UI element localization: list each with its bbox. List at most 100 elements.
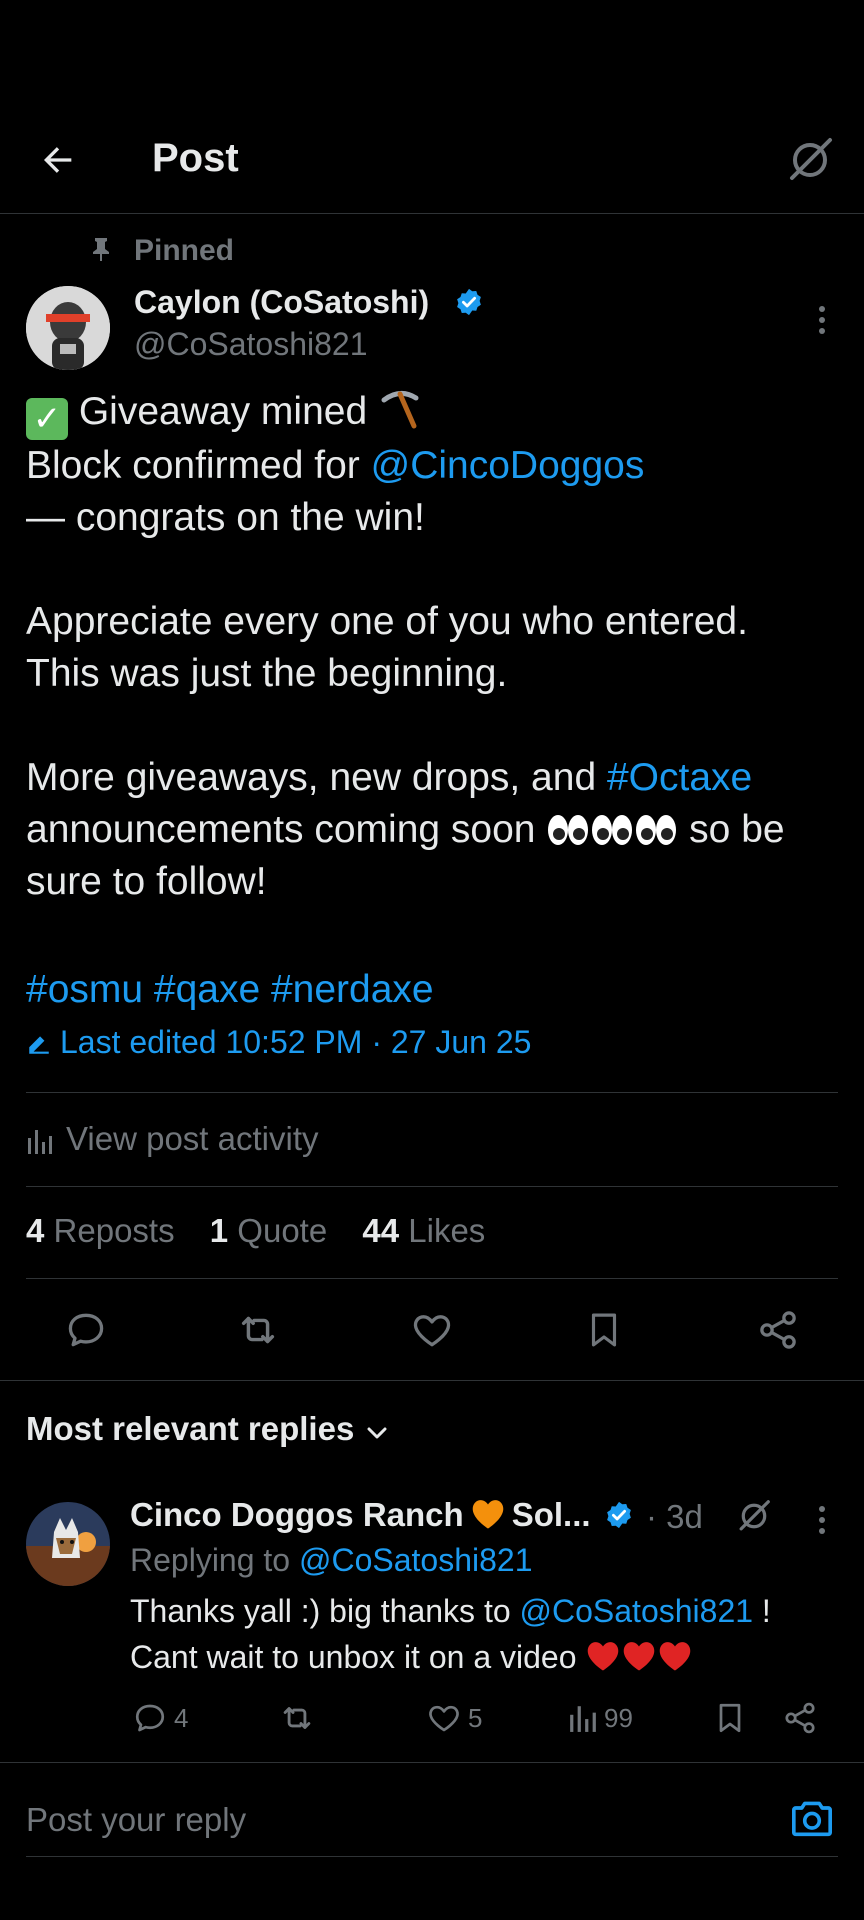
- verified-badge-icon: [457, 288, 481, 316]
- quotes-count: 1: [209, 1212, 229, 1249]
- repost-button[interactable]: [234, 1306, 282, 1354]
- reposts-label: Reposts: [53, 1212, 175, 1249]
- reply-action-bar: 4 5 99: [0, 1696, 864, 1744]
- reply-author-name-part1: Cinco Doggos Ranch: [130, 1496, 464, 1533]
- replying-to-label: Replying to: [130, 1542, 299, 1578]
- bookmark-button[interactable]: [580, 1306, 628, 1354]
- grok-icon: [790, 138, 832, 180]
- quotes-label: Quote: [237, 1212, 328, 1249]
- reposts-count: 4: [26, 1212, 45, 1249]
- reply-grok-button[interactable]: [734, 1496, 774, 1536]
- replies-sort-label: Most relevant replies: [26, 1410, 355, 1447]
- hashtag-link[interactable]: #Octaxe: [607, 756, 752, 799]
- post-line-10: sure to follow!: [26, 860, 267, 903]
- page-title: Post: [152, 136, 239, 180]
- like-button[interactable]: [408, 1306, 456, 1354]
- reply-line-2-text: Cant wait to unbox it on a video: [130, 1639, 577, 1675]
- eyes-emoji-icon: [592, 815, 633, 845]
- bookmark-icon: [719, 1703, 741, 1733]
- author-name[interactable]: Caylon (CoSatoshi): [134, 284, 429, 321]
- reply-input[interactable]: [26, 1794, 766, 1846]
- reply-like-button[interactable]: 5: [426, 1696, 482, 1740]
- post-line-2-text: Block confirmed for: [26, 444, 371, 487]
- replies-sort-toggle[interactable]: Most relevant replies: [26, 1410, 388, 1448]
- reply-author-name-part2: Sol...: [511, 1496, 591, 1533]
- divider: [26, 1092, 838, 1093]
- reply-more-button[interactable]: [802, 1500, 842, 1540]
- reply-reply-count: 4: [174, 1702, 189, 1733]
- share-button[interactable]: [754, 1306, 802, 1354]
- view-post-activity-label: View post activity: [66, 1120, 319, 1157]
- composer-divider: [0, 1762, 864, 1763]
- reply-line-1: Thanks yall :) big thanks to @CoSatoshi8…: [130, 1588, 850, 1634]
- post-line-9-suffix: so be: [678, 808, 785, 851]
- likes-label: Likes: [408, 1212, 486, 1249]
- reply-line-2: Cant wait to unbox it on a video: [130, 1634, 850, 1680]
- replying-to-handle[interactable]: @CoSatoshi821: [299, 1542, 533, 1578]
- red-heart-emoji-icon: [660, 1642, 691, 1671]
- bookmark-icon: [591, 1313, 617, 1347]
- post-blank-line: [26, 544, 846, 596]
- analytics-icon: [570, 1706, 596, 1732]
- post-line-3: — congrats on the win!: [26, 496, 425, 539]
- back-button[interactable]: [34, 136, 82, 184]
- divider: [26, 1278, 838, 1279]
- replying-to: Replying to @CoSatoshi821: [130, 1542, 533, 1579]
- pickaxe-icon: [381, 391, 419, 429]
- reply-bookmark-button[interactable]: [712, 1696, 748, 1740]
- back-arrow-icon: [44, 147, 72, 173]
- reply-timestamp[interactable]: · 3d: [646, 1498, 703, 1536]
- post-action-bar: [0, 1300, 864, 1360]
- post-text: ✓ Giveaway mined Block confirmed for @Ci…: [26, 386, 846, 1016]
- repost-icon: [241, 1316, 275, 1344]
- orange-heart-emoji-icon: [472, 1500, 503, 1529]
- chevron-down-icon: [367, 1427, 387, 1439]
- camera-icon: [791, 1801, 832, 1837]
- verified-badge-icon: [607, 1501, 631, 1529]
- pin-icon: [93, 238, 109, 261]
- post-line-9-text: announcements coming soon: [26, 808, 547, 851]
- reply-text: Thanks yall :) big thanks to @CoSatoshi8…: [130, 1588, 850, 1680]
- reply-icon: [135, 1704, 165, 1732]
- mention-link[interactable]: @CincoDoggos: [371, 444, 645, 487]
- view-post-activity-button[interactable]: View post activity: [26, 1120, 319, 1158]
- reposts-stat[interactable]: 4 Reposts: [26, 1212, 175, 1249]
- post-more-button[interactable]: [802, 300, 842, 340]
- post-blank-line: [26, 700, 846, 752]
- post-line-9: announcements coming soon so be: [26, 804, 846, 856]
- reply-line-1-text: Thanks yall :) big thanks to: [130, 1593, 520, 1629]
- grok-button[interactable]: [782, 132, 838, 188]
- check-mark-emoji-icon: ✓: [26, 398, 68, 440]
- likes-stat[interactable]: 44 Likes: [362, 1212, 485, 1249]
- post-line-1: ✓ Giveaway mined: [26, 386, 846, 440]
- reply-repost-button[interactable]: [278, 1696, 316, 1740]
- post-line-6: This was just the beginning.: [26, 652, 508, 695]
- reply-views-button[interactable]: 99: [568, 1696, 633, 1740]
- reply-author-name[interactable]: Cinco Doggos Ranch Sol...: [130, 1496, 591, 1534]
- mention-link[interactable]: @CoSatoshi821: [520, 1593, 754, 1629]
- post-detail-screen: Post Pinned Caylon (CoSatoshi) @CoSatosh…: [0, 0, 864, 1920]
- hashtags-line[interactable]: #osmu #qaxe #nerdaxe: [26, 964, 846, 1016]
- reply-share-button[interactable]: [782, 1696, 818, 1740]
- reply-reply-button[interactable]: 4: [132, 1696, 188, 1740]
- author-avatar[interactable]: [26, 286, 110, 370]
- camera-button[interactable]: [788, 1794, 836, 1842]
- author-handle[interactable]: @CoSatoshi821: [134, 326, 368, 363]
- edit-icon: [29, 1036, 49, 1054]
- red-heart-emoji-icon: [588, 1642, 619, 1671]
- more-icon: [819, 306, 825, 334]
- edit-history-link[interactable]: Last edited 10:52 PM · 27 Jun 25: [26, 1024, 531, 1061]
- share-icon: [760, 1311, 796, 1349]
- quotes-stat[interactable]: 1 Quote: [210, 1212, 327, 1249]
- reply-icon: [68, 1313, 104, 1347]
- post-blank-line: [26, 908, 846, 964]
- divider: [26, 1186, 838, 1187]
- reply-avatar[interactable]: [26, 1502, 110, 1586]
- top-app-bar: Post: [0, 118, 864, 214]
- post-line-1-text: Giveaway mined: [78, 390, 368, 433]
- like-icon: [429, 1705, 459, 1732]
- eyes-emoji-icon: [636, 815, 677, 845]
- pinned-indicator: Pinned: [0, 230, 864, 272]
- more-icon: [819, 1506, 825, 1534]
- reply-button[interactable]: [62, 1306, 110, 1354]
